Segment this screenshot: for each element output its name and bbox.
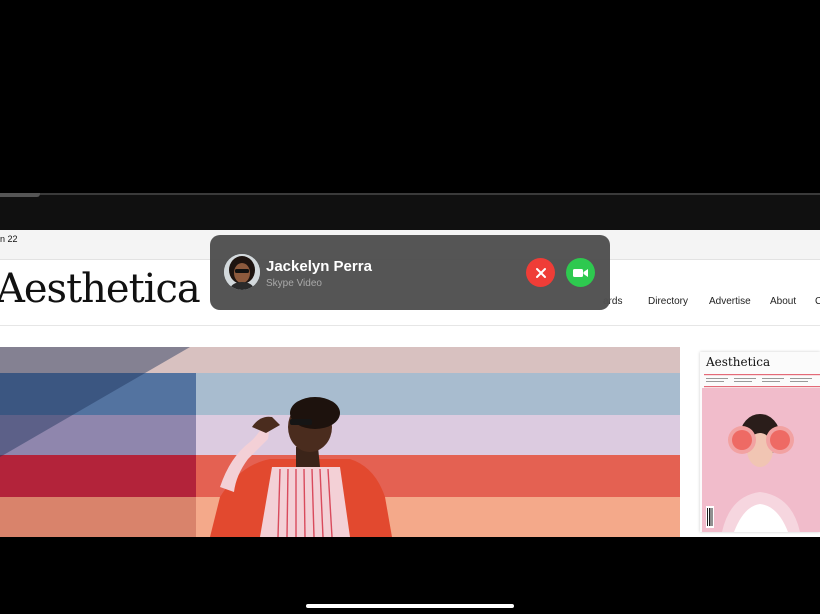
caller-avatar [224,254,260,290]
video-camera-icon [573,268,588,277]
accept-video-call-button[interactable] [566,258,595,287]
hero-person [210,397,392,537]
home-indicator[interactable] [306,604,514,608]
site-logo[interactable]: Aesthetica [0,266,201,312]
bezel-edge [0,193,820,195]
caller-avatar-photo [224,254,260,290]
magazine-title: Aesthetica [706,355,771,369]
decline-call-button[interactable] [526,258,555,287]
close-icon [535,267,546,278]
magazine-photo [702,388,820,532]
hero-shadow-block [0,497,196,537]
nav-link-advertise[interactable]: Advertise [709,296,751,307]
nav-link-about[interactable]: About [770,296,796,307]
device-top-bezel [0,193,820,230]
caller-name: Jackelyn Perra [266,258,372,275]
magazine-cover[interactable]: Aesthetica [700,352,820,532]
magazine-header-lines [704,374,820,388]
bezel-notch [0,193,40,197]
nav-link-directory[interactable]: Directory [648,296,688,307]
status-date: n 22 [0,234,18,244]
incoming-call-banner[interactable]: Jackelyn Perra Skype Video [210,235,610,310]
hero-shadow-wedge [0,347,190,457]
hero-image[interactable] [0,347,680,537]
hero-shadow-block [0,455,196,497]
call-app-label: Skype Video [266,278,322,289]
nav-link-overflow[interactable]: C [815,296,820,307]
